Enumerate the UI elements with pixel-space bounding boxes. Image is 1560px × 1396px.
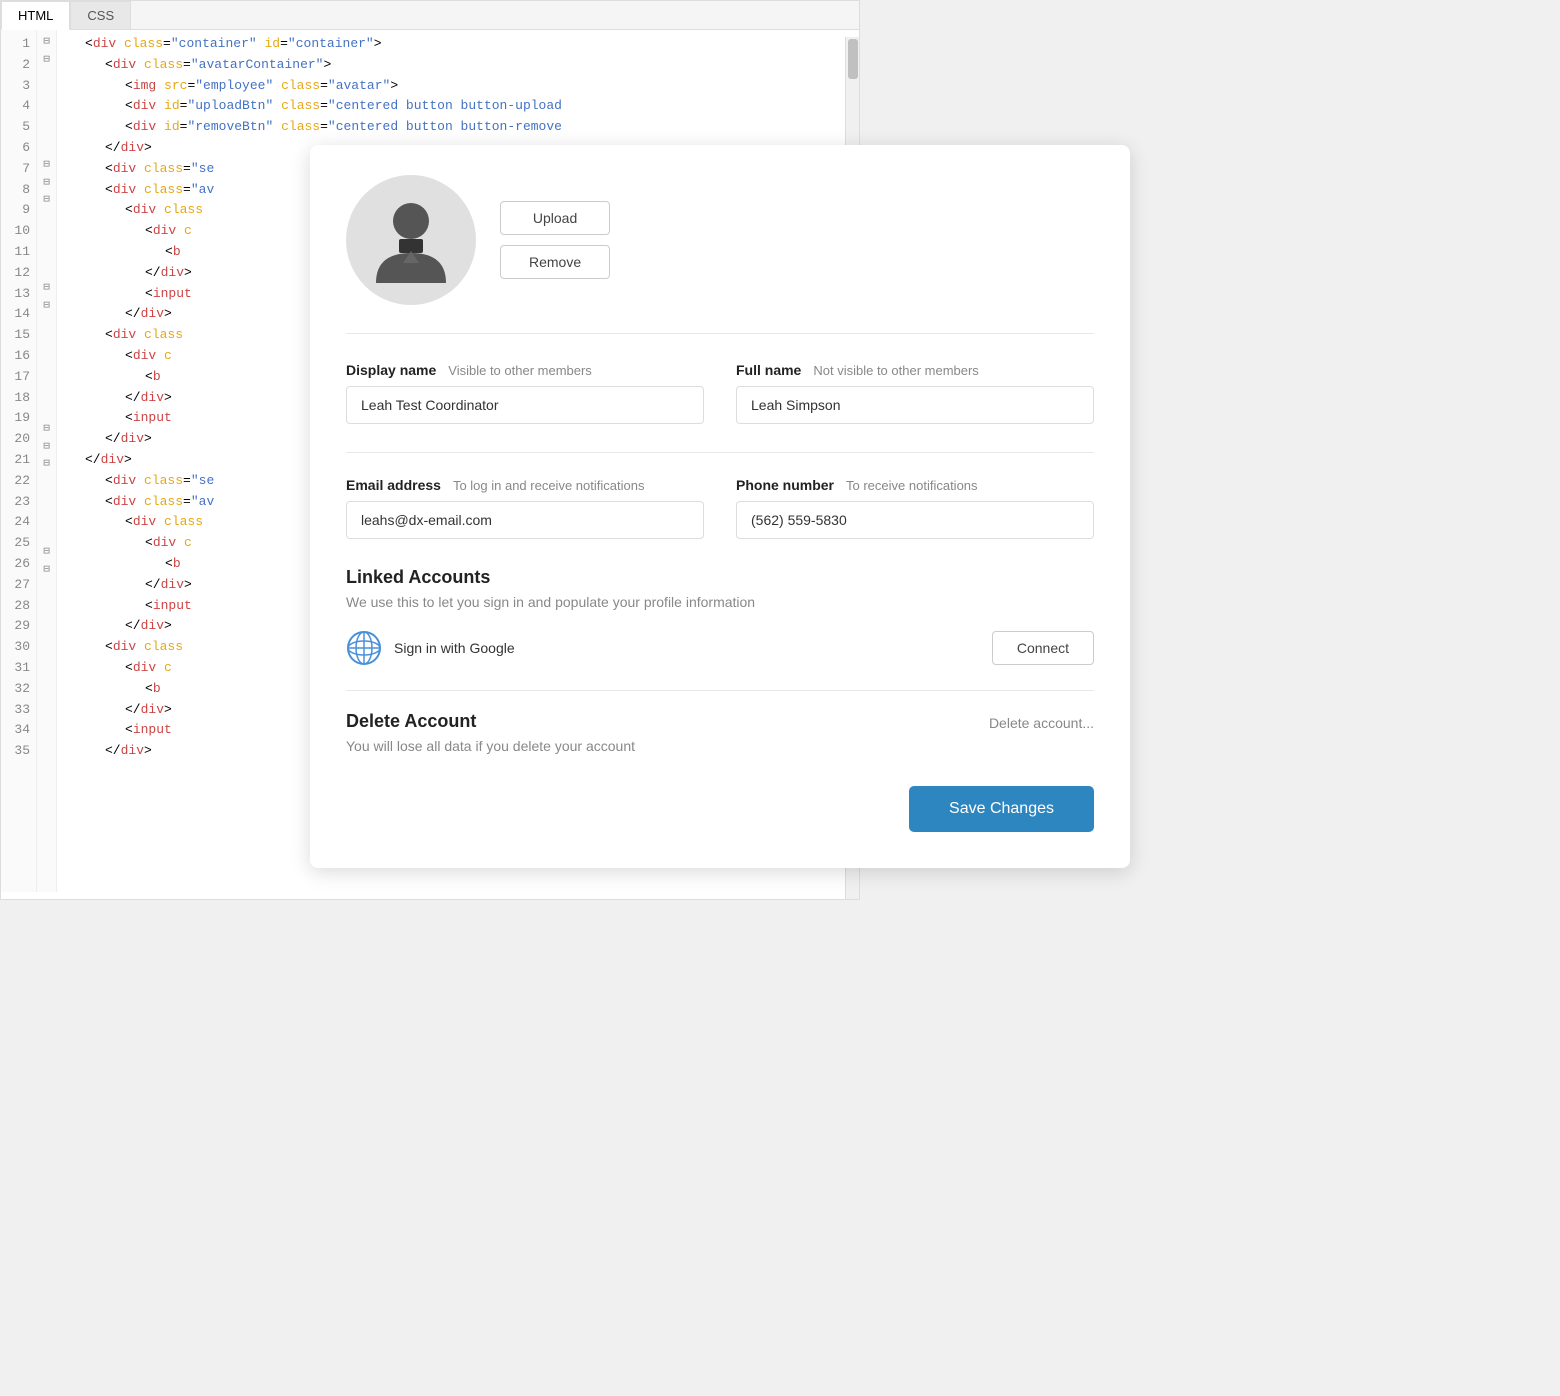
tab-html[interactable]: HTML (1, 1, 70, 30)
email-input[interactable] (346, 501, 704, 539)
display-name-input[interactable] (346, 386, 704, 424)
connect-button[interactable]: Connect (992, 631, 1094, 665)
email-header: Email address To log in and receive noti… (346, 477, 704, 493)
phone-group: Phone number To receive notifications (736, 477, 1094, 539)
phone-label: Phone number (736, 477, 834, 493)
display-name-hint: Visible to other members (448, 363, 592, 378)
delete-account-section: Delete Account You will lose all data if… (346, 690, 1094, 754)
code-line: <div class="container" id="container"> (65, 34, 851, 55)
google-account-info: Sign in with Google (346, 630, 515, 666)
avatar-buttons: Upload Remove (500, 201, 610, 279)
editor-tabs: HTML CSS (1, 1, 859, 30)
display-name-group: Display name Visible to other members (346, 362, 704, 424)
google-account-row: Sign in with Google Connect (346, 630, 1094, 666)
google-label: Sign in with Google (394, 640, 515, 656)
google-globe-icon (346, 630, 382, 666)
save-changes-button[interactable]: Save Changes (909, 786, 1094, 832)
upload-button[interactable]: Upload (500, 201, 610, 235)
avatar-section: Upload Remove (346, 175, 1094, 334)
save-section: Save Changes (346, 786, 1094, 832)
full-name-group: Full name Not visible to other members (736, 362, 1094, 424)
delete-info: Delete Account You will lose all data if… (346, 711, 635, 754)
display-name-label: Display name (346, 362, 436, 378)
email-group: Email address To log in and receive noti… (346, 477, 704, 539)
scrollbar-thumb[interactable] (848, 39, 858, 79)
email-label: Email address (346, 477, 441, 493)
phone-hint: To receive notifications (846, 478, 978, 493)
full-name-input[interactable] (736, 386, 1094, 424)
name-fields-row: Display name Visible to other members Fu… (346, 362, 1094, 424)
full-name-header: Full name Not visible to other members (736, 362, 1094, 378)
delete-desc: You will lose all data if you delete you… (346, 738, 635, 754)
line-numbers: 12345 678910 1112131415 1617181920 21222… (1, 30, 37, 892)
collapse-icons: ⊟⊟ ⊟⊟⊟ ⊟⊟ ⊟⊟ ⊟ ⊟⊟ (37, 30, 57, 892)
email-hint: To log in and receive notifications (453, 478, 645, 493)
code-line: <div class="avatarContainer"> (65, 55, 851, 76)
code-line: <div id="removeBtn" class="centered butt… (65, 117, 851, 138)
full-name-hint: Not visible to other members (813, 363, 978, 378)
delete-title: Delete Account (346, 711, 635, 732)
phone-input[interactable] (736, 501, 1094, 539)
phone-header: Phone number To receive notifications (736, 477, 1094, 493)
code-line: <img src="employee" class="avatar"> (65, 76, 851, 97)
remove-button[interactable]: Remove (500, 245, 610, 279)
contact-fields-row: Email address To log in and receive noti… (346, 477, 1094, 539)
avatar (346, 175, 476, 305)
linked-accounts-section: Linked Accounts We use this to let you s… (346, 567, 1094, 666)
delete-account-button[interactable]: Delete account... (989, 711, 1094, 735)
profile-panel: Upload Remove Display name Visible to ot… (310, 145, 1130, 868)
tab-css[interactable]: CSS (70, 1, 131, 29)
display-name-header: Display name Visible to other members (346, 362, 704, 378)
avatar-icon (371, 195, 451, 285)
linked-accounts-title: Linked Accounts (346, 567, 1094, 588)
full-name-label: Full name (736, 362, 801, 378)
divider-1 (346, 452, 1094, 453)
code-line: <div id="uploadBtn" class="centered butt… (65, 96, 851, 117)
linked-accounts-desc: We use this to let you sign in and popul… (346, 594, 1094, 610)
